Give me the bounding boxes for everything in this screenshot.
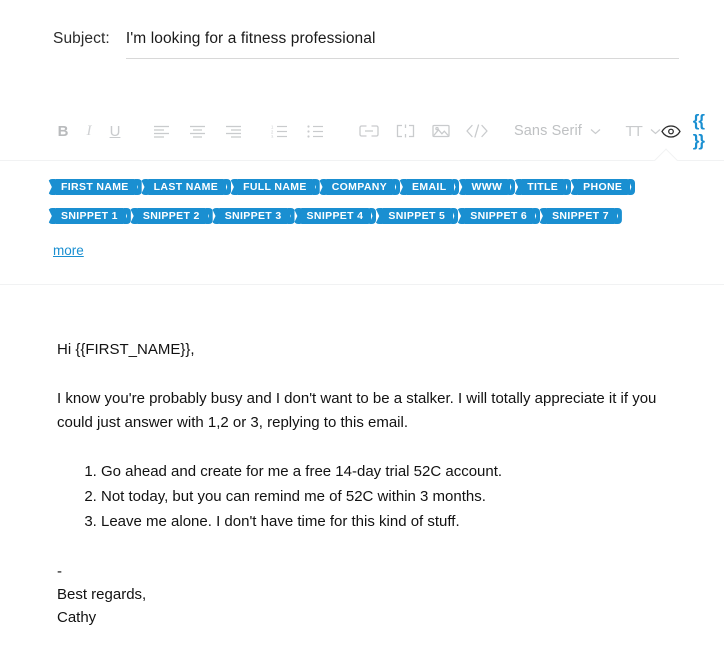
subject-label: Subject:	[53, 30, 110, 47]
align-right-icon[interactable]	[220, 118, 246, 144]
merge-tag[interactable]: SNIPPET 7	[544, 208, 617, 224]
bullet-list-icon[interactable]	[302, 118, 328, 144]
merge-tag[interactable]: SNIPPET 5	[380, 208, 454, 224]
merge-tag[interactable]: SNIPPET 6	[462, 208, 536, 224]
subject-row: Subject:	[0, 0, 724, 59]
message-body-editor[interactable]: Hi {{FIRST_NAME}}, I know you're probabl…	[0, 300, 724, 655]
font-family-select[interactable]: Sans Serif	[514, 123, 601, 139]
merge-tag[interactable]: EMAIL	[404, 179, 455, 195]
chevron-down-icon	[590, 128, 601, 135]
tags-divider-bottom	[0, 284, 724, 285]
merge-tag[interactable]: FIRST NAME	[53, 179, 137, 195]
list-item: Go ahead and create for me a free 14-day…	[101, 460, 674, 483]
merge-tag[interactable]: WWW	[463, 179, 511, 195]
signature-block: - Best regards, Cathy	[57, 560, 674, 630]
merge-tag[interactable]: PHONE	[575, 179, 631, 195]
font-family-value: Sans Serif	[514, 123, 582, 139]
font-size-select[interactable]: TT	[625, 122, 661, 140]
intro-paragraph: I know you're probably busy and I don't …	[57, 390, 657, 431]
tag-row: FIRST NAME LAST NAME FULL NAME COMPANY E…	[53, 176, 679, 198]
merge-tag[interactable]: COMPANY	[323, 179, 396, 195]
insert-group	[356, 118, 490, 144]
bold-label: B	[57, 122, 69, 140]
italic-label: I	[86, 122, 92, 139]
merge-tag[interactable]: SNIPPET 2	[134, 208, 208, 224]
merge-tag[interactable]: TITLE	[519, 179, 567, 195]
code-icon[interactable]	[464, 118, 490, 144]
subject-input[interactable]	[125, 30, 679, 59]
merge-tag[interactable]: SNIPPET 1	[53, 208, 126, 224]
chevron-down-icon	[650, 128, 661, 135]
text-style-group: B I U	[50, 118, 128, 144]
list-item: Leave me alone. I don't have time for th…	[101, 510, 674, 533]
list-item: Not today, but you can remind me of 52C …	[101, 485, 674, 508]
formatting-toolbar: B I U 1 2 3 Sans Serif TT {{}}	[0, 110, 724, 152]
bold-icon[interactable]: B	[50, 118, 76, 144]
merge-tag[interactable]: SNIPPET 3	[216, 208, 290, 224]
crop-icon[interactable]	[392, 118, 418, 144]
toolbar-divider-top	[0, 160, 724, 161]
merge-tag[interactable]: LAST NAME	[145, 179, 227, 195]
greeting-text: Hi {{FIRST_NAME}},	[57, 341, 195, 358]
options-list: Go ahead and create for me a free 14-day…	[57, 460, 674, 534]
alignment-group	[148, 118, 246, 144]
ordered-list-icon[interactable]: 1 2 3	[266, 118, 292, 144]
merge-tag[interactable]: SNIPPET 4	[298, 208, 372, 224]
more-tags-link[interactable]: more	[53, 243, 84, 258]
italic-icon[interactable]: I	[76, 118, 102, 144]
align-center-icon[interactable]	[184, 118, 210, 144]
curly-braces-icon[interactable]: {{ }}	[693, 111, 705, 151]
eye-icon[interactable]	[661, 124, 681, 138]
image-icon[interactable]	[428, 118, 454, 144]
font-size-label: TT	[625, 122, 642, 140]
svg-text:3: 3	[271, 134, 274, 138]
list-group: 1 2 3	[266, 118, 328, 144]
toolbar-right-group: {{ }}	[661, 111, 705, 151]
signature-closing: Best regards,	[57, 585, 147, 603]
merge-tags-popover-caret	[652, 146, 680, 161]
merge-tag[interactable]: FULL NAME	[235, 179, 315, 195]
tag-row: SNIPPET 1 SNIPPET 2 SNIPPET 3 SNIPPET 4 …	[53, 205, 679, 227]
subject-input-wrapper	[125, 30, 679, 59]
link-icon[interactable]	[356, 118, 382, 144]
signature-dash: -	[57, 562, 62, 580]
merge-tags-panel: FIRST NAME LAST NAME FULL NAME COMPANY E…	[0, 176, 724, 260]
align-left-icon[interactable]	[148, 118, 174, 144]
underline-icon[interactable]: U	[102, 118, 128, 144]
underline-label: U	[109, 122, 121, 140]
